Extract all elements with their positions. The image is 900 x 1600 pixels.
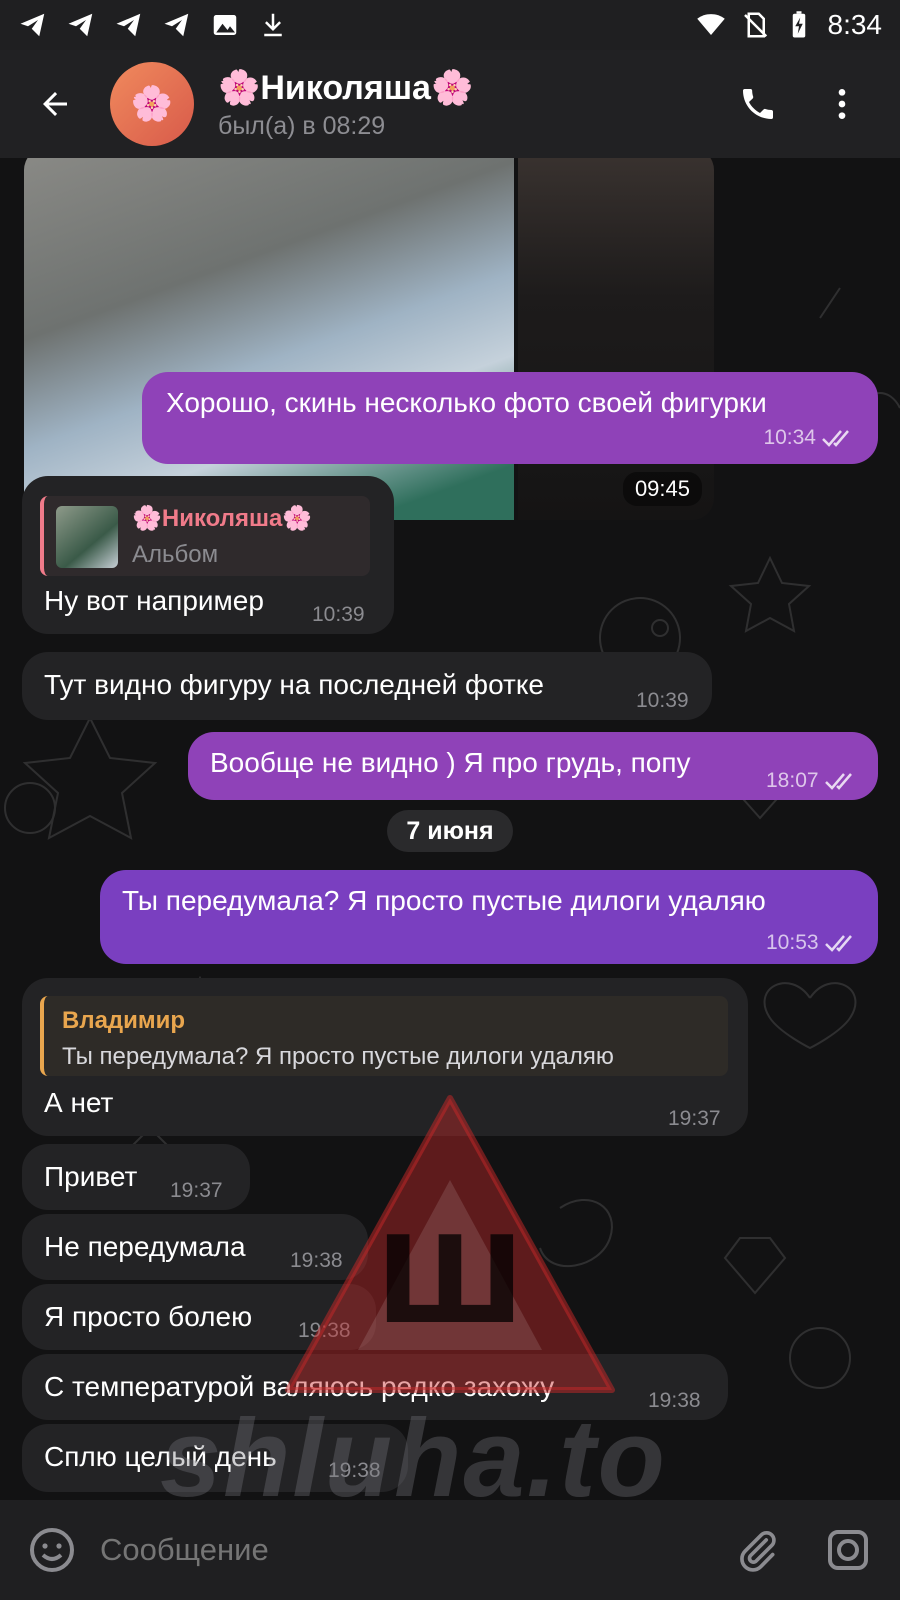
message-text: Привет: [44, 1161, 138, 1192]
message-time: 18:07: [766, 769, 819, 792]
camera-icon[interactable]: [824, 1526, 872, 1574]
watermark-logo: Ш: [285, 1095, 615, 1393]
message-text: Хорошо, скинь несколько фото своей фигур…: [166, 387, 767, 418]
message-time: 19:37: [170, 1179, 223, 1202]
more-vertical-icon[interactable]: [822, 84, 862, 124]
message-text: Ну вот например: [44, 585, 264, 616]
status-bar: 8:34: [0, 0, 900, 50]
chat-title-block[interactable]: 🌸Николяша🌸 был(а) в 08:29: [218, 68, 473, 141]
message-text: Не передумала: [44, 1231, 246, 1262]
outgoing-message[interactable]: Хорошо, скинь несколько фото своей фигур…: [142, 372, 878, 464]
phone-icon[interactable]: [738, 84, 778, 124]
message-text: А нет: [44, 1087, 114, 1118]
reply-author: Владимир: [62, 1007, 186, 1034]
incoming-message[interactable]: Привет 19:37: [22, 1144, 250, 1210]
date-separator: 7 июня: [387, 810, 513, 852]
outgoing-message[interactable]: Вообще не видно ) Я про грудь, попу 18:0…: [188, 732, 878, 800]
message-text: Я просто болею: [44, 1301, 253, 1332]
reply-preview[interactable]: Владимир Ты передумала? Я просто пустые …: [40, 996, 728, 1076]
image-icon: [213, 15, 237, 35]
emoji-icon[interactable]: [28, 1526, 76, 1574]
message-input-bar: [0, 1500, 900, 1600]
no-sim-icon: [743, 12, 767, 38]
telegram-icon: [164, 13, 189, 37]
telegram-icon: [20, 13, 45, 37]
chat-title: 🌸Николяша🌸: [218, 68, 474, 107]
last-seen-status: был(а) в 08:29: [218, 111, 386, 140]
double-check-icon: [824, 773, 852, 790]
notification-icons: [18, 10, 288, 40]
battery-charging-icon: [792, 11, 805, 38]
reply-author: 🌸Николяша🌸: [132, 505, 313, 532]
telegram-icon: [68, 13, 93, 37]
download-icon: [264, 13, 282, 37]
back-button[interactable]: [0, 50, 110, 158]
avatar-emoji: 🌸: [130, 85, 174, 123]
reply-text: Альбом: [132, 541, 219, 568]
reply-text: Ты передумала? Я просто пустые дилоги уд…: [62, 1043, 614, 1070]
arrow-left-icon: [43, 92, 67, 116]
message-text: Вообще не видно ) Я про грудь, попу: [210, 747, 691, 778]
reply-preview[interactable]: 🌸Николяша🌸 Альбом: [40, 496, 370, 576]
incoming-message[interactable]: Тут видно фигуру на последней фотке 10:3…: [22, 652, 712, 720]
message-text: Ты передумала? Я просто пустые дилоги уд…: [122, 885, 766, 916]
clock: 8:34: [827, 9, 883, 40]
message-time: 10:39: [636, 689, 689, 712]
album-timestamp: 09:45: [622, 472, 702, 506]
message-time: 10:34: [763, 426, 816, 449]
outgoing-message[interactable]: Ты передумала? Я просто пустые дилоги уд…: [100, 870, 878, 964]
reply-thumbnail: [56, 506, 118, 568]
album-photo[interactable]: 09:45: [518, 158, 714, 520]
telegram-icon: [116, 13, 141, 37]
message-time: 10:53: [766, 931, 819, 954]
avatar[interactable]: 🌸: [110, 62, 194, 146]
double-check-icon: [822, 430, 849, 447]
wifi-icon: [696, 14, 725, 35]
message-time: 19:37: [668, 1107, 721, 1130]
attach-icon[interactable]: [736, 1528, 780, 1572]
message-text: Тут видно фигуру на последней фотке: [44, 669, 545, 700]
incoming-message[interactable]: 🌸Николяша🌸 Альбом Ну вот например 10:39: [22, 476, 394, 634]
chat-header: 🌸 🌸Николяша🌸 был(а) в 08:29: [0, 50, 900, 158]
album-photo[interactable]: [24, 158, 514, 520]
photo-album[interactable]: 09:45: [24, 158, 714, 520]
watermark-letter: Ш: [376, 1212, 524, 1351]
message-input[interactable]: [100, 1532, 736, 1568]
double-check-icon: [824, 935, 852, 952]
message-time: 10:39: [312, 603, 365, 626]
